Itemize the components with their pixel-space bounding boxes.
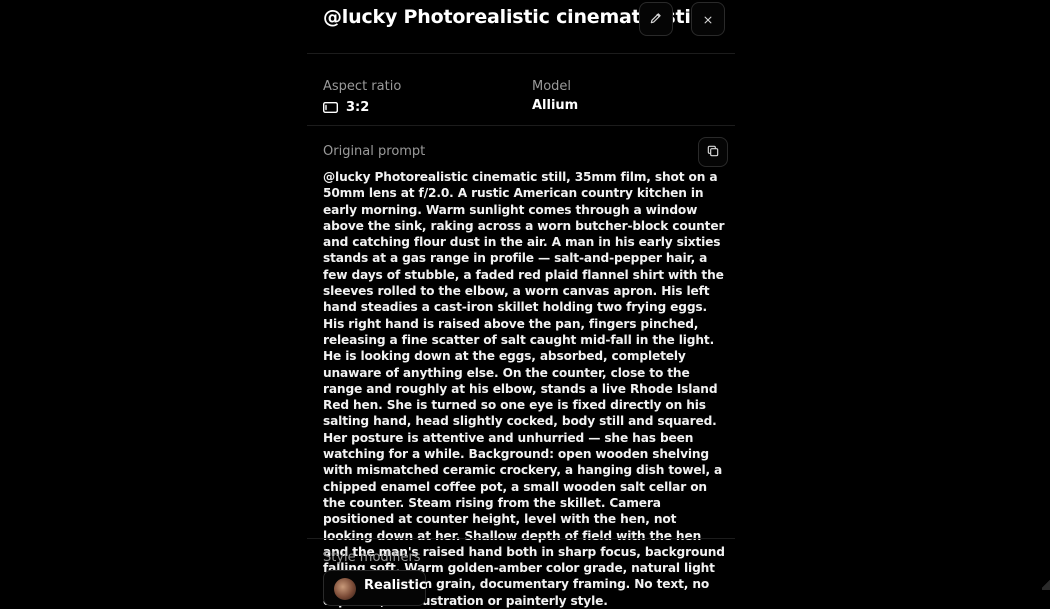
copy-icon <box>706 143 720 162</box>
pencil-icon <box>649 10 663 29</box>
model-label: Model <box>532 79 571 94</box>
close-icon <box>703 10 713 29</box>
original-prompt-label: Original prompt <box>323 144 425 159</box>
style-modifier-chip-realistic[interactable]: Realistic <box>323 570 426 606</box>
divider <box>307 538 735 539</box>
model-value: Allium <box>532 98 578 113</box>
aspect-ratio-value-row: 3:2 <box>323 98 369 117</box>
panel-header: @lucky Photorealistic cinematic still <box>307 0 735 54</box>
aspect-ratio-label: Aspect ratio <box>323 79 401 94</box>
style-thumbnail <box>334 578 356 600</box>
aspect-ratio-value: 3:2 <box>346 100 369 115</box>
original-prompt-text: @lucky Photorealistic cinematic still, 3… <box>323 169 729 609</box>
style-modifiers-label: Style modifiers <box>323 550 421 565</box>
close-button[interactable] <box>691 2 725 36</box>
aspect-ratio-icon <box>323 98 338 117</box>
divider <box>307 125 735 126</box>
copy-prompt-button[interactable] <box>698 137 728 167</box>
edit-button[interactable] <box>639 2 673 36</box>
resize-handle <box>1042 578 1050 590</box>
image-details-panel: @lucky Photorealistic cinematic still As… <box>307 0 735 590</box>
style-modifier-label: Realistic <box>364 578 427 593</box>
